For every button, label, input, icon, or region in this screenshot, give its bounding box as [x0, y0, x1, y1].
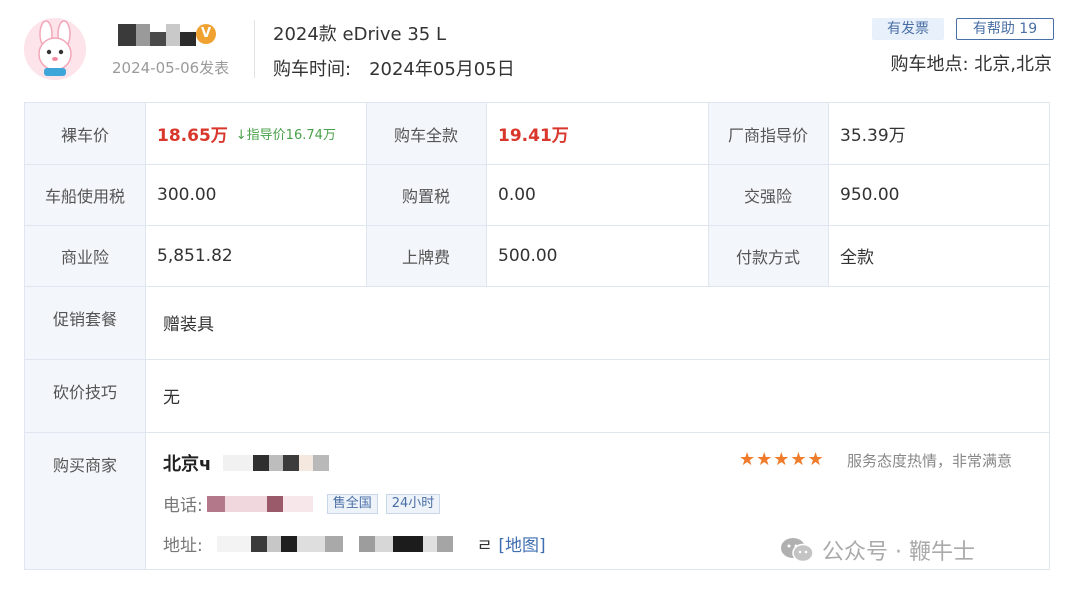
total-price-label: 购车全款	[366, 103, 486, 164]
header-divider	[254, 20, 255, 78]
redacted-block	[392, 535, 423, 552]
bare-price-value: 18.65万	[157, 126, 228, 146]
total-price-cell: 19.41万	[486, 103, 708, 164]
plate-fee-label: 上牌费	[366, 225, 486, 286]
grid-line	[366, 103, 367, 286]
dealer-phone-row: 电话: 售全国 24小时	[163, 491, 441, 516]
review-header: V 2024-05-06发表 2024款 eDrive 35 L 购车时间: 20…	[0, 0, 1080, 100]
wechat-watermark: 公众号 · 鞭牛士	[780, 534, 975, 566]
promo-value: 赠装具	[145, 286, 1049, 359]
bare-price-label: 裸车价	[25, 103, 145, 164]
redacted-block	[206, 495, 225, 512]
phone-label: 电话:	[163, 496, 203, 516]
msrp-label: 厂商指导价	[708, 103, 828, 164]
address-label: 地址:	[163, 536, 203, 556]
redacted-block	[266, 495, 283, 512]
redacted-block	[250, 535, 267, 552]
rating-comment: 服务态度热情，非常满意	[847, 452, 1013, 470]
promo-label: 促销套餐	[25, 286, 145, 359]
watermark-text: 公众号 · 鞭牛士	[822, 540, 975, 565]
compulsory-insurance-value: 950.00	[828, 164, 1049, 225]
redacted-block	[253, 455, 270, 471]
plate-fee-value: 500.00	[486, 225, 708, 286]
purchase-time-label: 购车时间:	[273, 59, 352, 80]
purchase-tax-value: 0.00	[486, 164, 708, 225]
commercial-insurance-value: 5,851.82	[145, 225, 366, 286]
redacted-block	[282, 495, 313, 512]
redacted-block	[269, 455, 284, 471]
purchase-time: 购车时间: 2024年05月05日	[273, 55, 515, 81]
dealer-name[interactable]: 北京ч	[163, 450, 330, 476]
redacted-block	[342, 535, 359, 552]
price-detail-table: 裸车价 18.65万 ↓指导价16.74万 购车全款 19.41万 厂商指导价 …	[24, 102, 1050, 570]
post-date: 2024-05-06发表	[112, 59, 230, 77]
address-tail: ㄹ	[476, 536, 493, 556]
bare-price-cell: 18.65万 ↓指导价16.74万	[145, 103, 366, 164]
redacted-block	[266, 535, 281, 552]
redacted-block	[299, 455, 314, 471]
commercial-insurance-label: 商业险	[25, 225, 145, 286]
dealer-name-text: 北京ч	[163, 454, 212, 475]
redacted-block	[223, 455, 254, 471]
tag-nationwide: 售全国	[326, 493, 378, 514]
helpful-button[interactable]: 有帮助 19	[956, 18, 1054, 40]
user-avatar[interactable]	[24, 18, 86, 80]
redacted-block	[280, 535, 297, 552]
rabbit-avatar-icon	[24, 18, 86, 80]
redacted-block	[358, 535, 375, 552]
purchase-location: 购车地点: 北京,北京	[890, 54, 1052, 75]
grid-line	[708, 103, 709, 286]
grid-line	[25, 286, 1049, 287]
vehicle-tax-value: 300.00	[145, 164, 366, 225]
grid-line	[145, 103, 146, 569]
grid-line	[25, 359, 1049, 360]
purchase-tax-label: 购置税	[366, 164, 486, 225]
bargain-tips-value: 无	[145, 359, 1049, 432]
redacted-block	[296, 535, 325, 552]
invoice-badge: 有发票	[872, 18, 944, 40]
verified-icon: V	[196, 24, 216, 44]
wechat-icon	[781, 538, 814, 563]
redacted-block	[216, 535, 251, 552]
msrp-value: 35.39万	[828, 103, 1049, 164]
redacted-block	[324, 535, 343, 552]
redacted-block	[224, 495, 267, 512]
redacted-block	[374, 535, 393, 552]
dealer-address-row: 地址: ㄹ [地图]	[163, 531, 546, 556]
tag-24h: 24小时	[385, 493, 441, 514]
grid-line	[25, 432, 1049, 433]
redacted-block	[313, 455, 330, 471]
vehicle-tax-label: 车船使用税	[25, 164, 145, 225]
username-redacted	[118, 24, 196, 46]
grid-line	[486, 103, 487, 286]
rating-stars-icon: ★★★★★	[739, 449, 825, 470]
car-model: 2024款 eDrive 35 L	[273, 24, 446, 45]
compulsory-insurance-label: 交强险	[708, 164, 828, 225]
guide-price-delta: ↓指导价16.74万	[235, 128, 336, 143]
map-link[interactable]: [地图]	[498, 531, 545, 556]
payment-method-value: 全款	[828, 225, 1049, 286]
dealer-label: 购买商家	[25, 432, 145, 569]
purchase-time-value: 2024年05月05日	[369, 59, 515, 80]
redacted-block	[422, 535, 437, 552]
total-price-value: 19.41万	[498, 126, 569, 146]
redacted-block	[436, 535, 453, 552]
grid-line	[828, 103, 829, 286]
bargain-tips-label: 砍价技巧	[25, 359, 145, 432]
redacted-block	[283, 455, 300, 471]
grid-line	[25, 164, 1049, 165]
payment-method-label: 付款方式	[708, 225, 828, 286]
grid-line	[25, 225, 1049, 226]
